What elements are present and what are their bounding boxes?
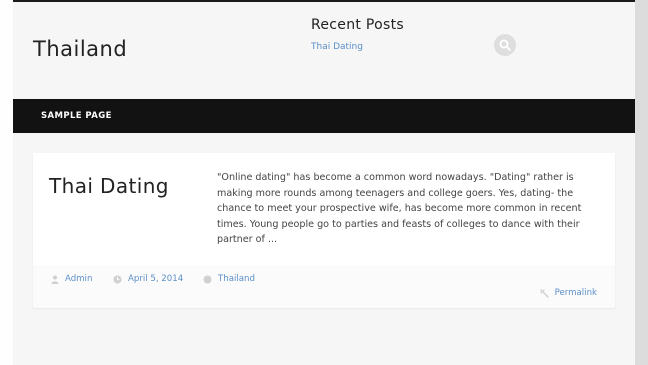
post-category-label[interactable]: Thailand <box>218 274 255 284</box>
page-container: Thailand Recent Posts Thai Dating SAMPLE… <box>13 0 635 365</box>
permalink[interactable]: Permalink <box>539 288 597 298</box>
search-button[interactable] <box>494 34 516 56</box>
site-title[interactable]: Thailand <box>33 37 127 61</box>
clock-icon <box>113 275 122 284</box>
recent-post-link[interactable]: Thai Dating <box>311 42 363 52</box>
folder-icon <box>203 275 212 284</box>
main-navigation: SAMPLE PAGE <box>13 99 635 133</box>
right-gutter <box>635 0 648 365</box>
post-meta-bar: Admin April 5, 2014 Thailand Permalink <box>33 265 615 308</box>
post-title[interactable]: Thai Dating <box>49 174 169 198</box>
link-icon <box>539 288 549 298</box>
post-author[interactable]: Admin <box>51 274 92 284</box>
recent-posts-title: Recent Posts <box>311 17 405 33</box>
post-author-label[interactable]: Admin <box>65 274 92 284</box>
post-category[interactable]: Thailand <box>203 274 255 284</box>
permalink-label[interactable]: Permalink <box>555 288 597 298</box>
post-date[interactable]: April 5, 2014 <box>113 274 183 284</box>
viewport: Thailand Recent Posts Thai Dating SAMPLE… <box>0 0 648 365</box>
user-icon <box>51 275 59 284</box>
post-date-label[interactable]: April 5, 2014 <box>128 274 183 284</box>
left-gutter <box>0 0 13 365</box>
post-card: Thai Dating "Online dating" has become a… <box>33 153 615 308</box>
post-excerpt: "Online dating" has become a common word… <box>217 172 582 246</box>
nav-item-sample-page[interactable]: SAMPLE PAGE <box>41 111 112 121</box>
search-icon <box>499 36 511 55</box>
